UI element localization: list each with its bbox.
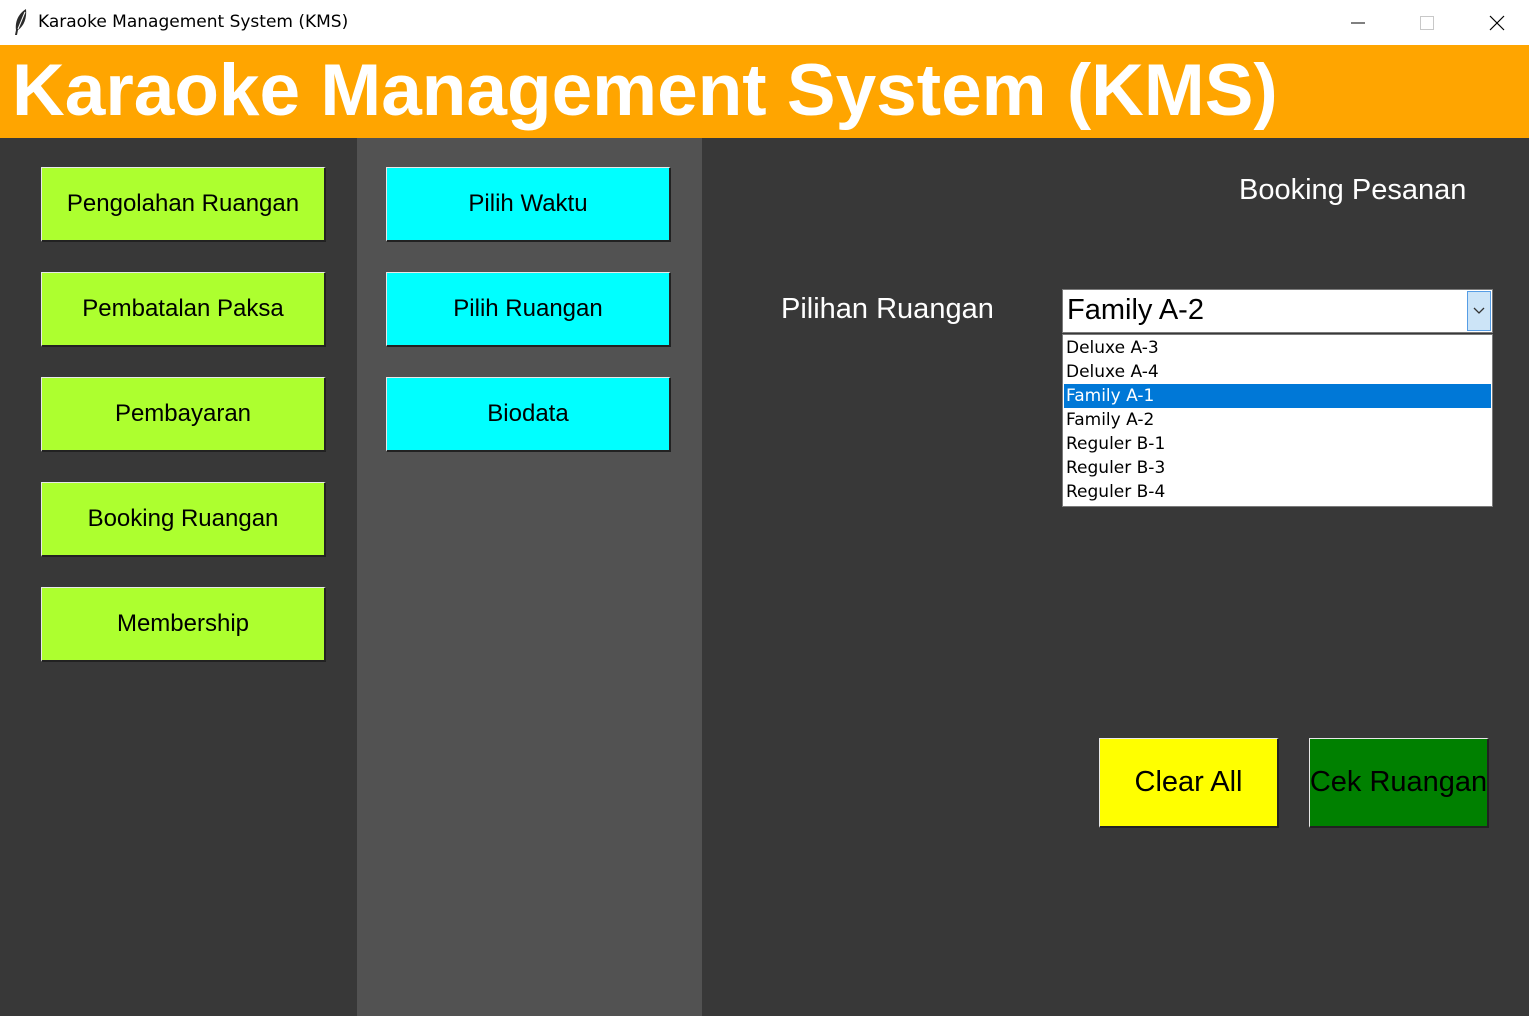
room-choice-dropdown-list: Deluxe A-3 Deluxe A-4 Family A-1 Family … <box>1062 334 1493 507</box>
dropdown-option[interactable]: Deluxe A-3 <box>1064 336 1491 360</box>
window-title: Karaoke Management System (KMS) <box>38 12 349 32</box>
menu-button-pengolahan-ruangan[interactable]: Pengolahan Ruangan <box>41 167 326 242</box>
submenu-button-biodata[interactable]: Biodata <box>386 377 671 452</box>
app-header-title: Karaoke Management System (KMS) <box>12 50 1278 131</box>
check-room-button[interactable]: Cek Ruangan <box>1309 738 1489 828</box>
maximize-icon <box>1420 15 1434 30</box>
sub-menu-panel <box>357 138 702 1016</box>
room-choice-label: Pilihan Ruangan <box>781 293 994 325</box>
menu-button-booking-ruangan[interactable]: Booking Ruangan <box>41 482 326 557</box>
dropdown-toggle-button[interactable] <box>1467 291 1491 331</box>
app-header: Karaoke Management System (KMS) <box>0 45 1529 138</box>
submenu-button-pilih-ruangan[interactable]: Pilih Ruangan <box>386 272 671 347</box>
submenu-button-pilih-waktu[interactable]: Pilih Waktu <box>386 167 671 242</box>
menu-button-pembatalan-paksa[interactable]: Pembatalan Paksa <box>41 272 326 347</box>
window-title-bar: Karaoke Management System (KMS) <box>0 0 1529 45</box>
menu-button-membership[interactable]: Membership <box>41 587 326 662</box>
dropdown-option-highlighted[interactable]: Family A-1 <box>1064 384 1491 408</box>
dropdown-option[interactable]: Reguler B-3 <box>1064 456 1491 480</box>
chevron-down-icon <box>1473 307 1485 314</box>
minimize-icon <box>1351 22 1365 23</box>
section-title: Booking Pesanan <box>1239 174 1467 206</box>
room-choice-value: Family A-2 <box>1067 294 1204 326</box>
close-icon <box>1489 15 1505 30</box>
content-panel <box>702 138 1529 1016</box>
dropdown-option[interactable]: Reguler B-1 <box>1064 432 1491 456</box>
maximize-button[interactable] <box>1392 0 1462 45</box>
dropdown-option[interactable]: Deluxe A-4 <box>1064 360 1491 384</box>
main-menu-panel <box>0 138 357 1016</box>
minimize-button[interactable] <box>1323 0 1393 45</box>
menu-button-pembayaran[interactable]: Pembayaran <box>41 377 326 452</box>
feather-icon <box>12 8 30 36</box>
close-button[interactable] <box>1462 0 1529 45</box>
dropdown-option[interactable]: Family A-2 <box>1064 408 1491 432</box>
dropdown-option[interactable]: Reguler B-4 <box>1064 480 1491 504</box>
room-choice-combobox[interactable]: Family A-2 <box>1062 289 1493 333</box>
clear-all-button[interactable]: Clear All <box>1099 738 1279 828</box>
